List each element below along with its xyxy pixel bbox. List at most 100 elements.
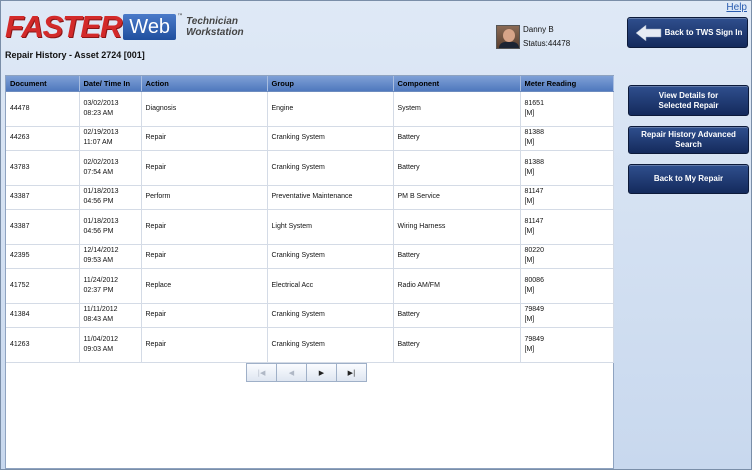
faster-web-logo: FASTER Web ™ Technician Workstation [5, 9, 244, 44]
cell-action: Repair [141, 126, 268, 151]
cell-group: Engine [267, 91, 394, 127]
cell-meter-unit: [M] [524, 139, 535, 146]
cell-meter: 81388 [M] [520, 126, 614, 151]
cell-component: Battery [393, 150, 521, 186]
cell-time-value: 08:23 AM [83, 109, 114, 117]
cell-time-value: 08:43 AM [83, 316, 114, 323]
table-header-row: Document Date/ Time In Action Group Comp… [6, 76, 614, 92]
column-header-component[interactable]: Component [393, 76, 521, 92]
cell-meter-value: 79849 [524, 306, 544, 313]
cell-date-value: 11/11/2012 [83, 306, 118, 313]
back-to-my-repair-label: Back to My Repair [653, 174, 724, 183]
cell-date: 12/14/2012 09:53 AM [79, 244, 142, 269]
user-status: Status:44478 [523, 39, 571, 48]
cell-date-value: 12/14/2012 [83, 247, 119, 254]
cell-meter-value: 81388 [524, 158, 544, 166]
repair-history-grid: Document Date/ Time In Action Group Comp… [5, 75, 614, 469]
back-to-tws-sign-in-button[interactable]: Back to TWS Sign In [627, 17, 748, 48]
cell-document: 43387 [6, 185, 80, 210]
advanced-search-label: Repair History Advanced Search [641, 130, 736, 149]
cell-meter-value: 81388 [524, 129, 544, 136]
cell-date-value: 02/19/2013 [83, 129, 119, 136]
table-row[interactable]: 41384 11/11/2012 08:43 AM Repair Cranking… [6, 303, 614, 328]
cell-meter-value: 80086 [524, 276, 544, 284]
cell-meter: 81651 [M] [520, 91, 614, 127]
cell-component: Battery [393, 244, 521, 269]
cell-document: 41384 [6, 303, 80, 328]
cell-time-value: 11:07 AM [83, 139, 113, 146]
view-details-label-line2: Selected Repair [658, 100, 719, 110]
repair-history-table: Document Date/ Time In Action Group Comp… [6, 76, 614, 363]
pager: |◀ ◀ ▶ ▶| [246, 363, 367, 382]
cell-meter: 81147 [M] [520, 185, 614, 210]
cell-date-value: 01/18/2013 [83, 188, 119, 195]
table-row[interactable]: 43387 01/18/2013 04:56 PM Repair Light Sy… [6, 209, 614, 245]
cell-component: Battery [393, 303, 521, 328]
column-header-document[interactable]: Document [6, 76, 80, 92]
cell-action: Diagnosis [141, 91, 268, 127]
cell-document: 43783 [6, 150, 80, 186]
cell-component: Battery [393, 126, 521, 151]
cell-document: 43387 [6, 209, 80, 245]
view-details-label: View Details for Selected Repair [658, 91, 718, 111]
cell-date: 03/02/2013 08:23 AM [79, 91, 142, 127]
cell-date: 11/11/2012 08:43 AM [79, 303, 142, 328]
cell-date-value: 11/24/2012 [83, 276, 119, 284]
previous-page-button[interactable]: ◀ [276, 363, 307, 382]
cell-time-value: 04:56 PM [83, 227, 114, 235]
cell-meter-unit: [M] [524, 316, 535, 323]
cell-time-value: 04:56 PM [83, 198, 114, 205]
table-row[interactable]: 44478 03/02/2013 08:23 AM Diagnosis Engin… [6, 91, 614, 127]
cell-document: 41263 [6, 327, 80, 363]
cell-meter-unit: [M] [524, 257, 535, 264]
column-header-group[interactable]: Group [267, 76, 394, 92]
user-text: Danny B Status:44478 [523, 23, 570, 51]
cell-date-value: 03/02/2013 [83, 99, 119, 107]
user-info: Danny B Status:44478 [496, 23, 570, 51]
cell-component: Battery [393, 327, 521, 363]
cell-action: Repair [141, 327, 268, 363]
table-row[interactable]: 43783 02/02/2013 07:54 AM Repair Cranking… [6, 150, 614, 186]
view-details-label-line1: View Details for [658, 90, 719, 100]
back-to-my-repair-button[interactable]: Back to My Repair [628, 164, 749, 194]
cell-group: Cranking System [267, 327, 394, 363]
cell-component: System [393, 91, 521, 127]
table-row[interactable]: 41263 11/04/2012 09:03 AM Repair Cranking… [6, 327, 614, 363]
table-row[interactable]: 44263 02/19/2013 11:07 AM Repair Cranking… [6, 126, 614, 151]
cell-time-value: 09:53 AM [83, 257, 114, 264]
cell-meter-unit: [M] [524, 286, 535, 294]
cell-meter-value: 80220 [524, 247, 544, 254]
cell-date-value: 11/04/2012 [83, 335, 119, 343]
column-header-date[interactable]: Date/ Time In [79, 76, 142, 92]
cell-group: Preventative Maintenance [267, 185, 394, 210]
cell-meter: 79849 [M] [520, 327, 614, 363]
logo-trademark: ™ [177, 13, 184, 20]
table-row[interactable]: 41752 11/24/2012 02:37 PM Replace Electri… [6, 268, 614, 304]
cell-date: 11/04/2012 09:03 AM [79, 327, 142, 363]
column-header-meter[interactable]: Meter Reading [520, 76, 614, 92]
cell-component: Radio AM/FM [393, 268, 521, 304]
cell-group: Cranking System [267, 303, 394, 328]
view-details-button[interactable]: View Details for Selected Repair [628, 85, 749, 116]
next-page-button[interactable]: ▶ [306, 363, 337, 382]
table-row[interactable]: 43387 01/18/2013 04:56 PM Perform Prevent… [6, 185, 614, 210]
cell-meter-value: 81147 [524, 217, 544, 225]
back-to-tws-label: Back to TWS Sign In [664, 28, 743, 37]
advanced-search-button[interactable]: Repair History Advanced Search [628, 126, 749, 154]
cell-action: Repair [141, 303, 268, 328]
cell-date-value: 02/02/2013 [83, 158, 119, 166]
first-page-button[interactable]: |◀ [246, 363, 277, 382]
logo-brand: FASTER [5, 9, 122, 44]
cell-date: 02/02/2013 07:54 AM [79, 150, 142, 186]
cell-document: 41752 [6, 268, 80, 304]
column-header-action[interactable]: Action [141, 76, 268, 92]
cell-date: 02/19/2013 11:07 AM [79, 126, 142, 151]
cell-component: PM B Service [393, 185, 521, 210]
cell-document: 44478 [6, 91, 80, 127]
cell-group: Light System [267, 209, 394, 245]
help-link[interactable]: Help [726, 2, 747, 13]
last-page-button[interactable]: ▶| [336, 363, 367, 382]
table-row[interactable]: 42395 12/14/2012 09:53 AM Repair Cranking… [6, 244, 614, 269]
cell-meter-value: 81651 [524, 99, 544, 107]
cell-meter: 81147 [M] [520, 209, 614, 245]
